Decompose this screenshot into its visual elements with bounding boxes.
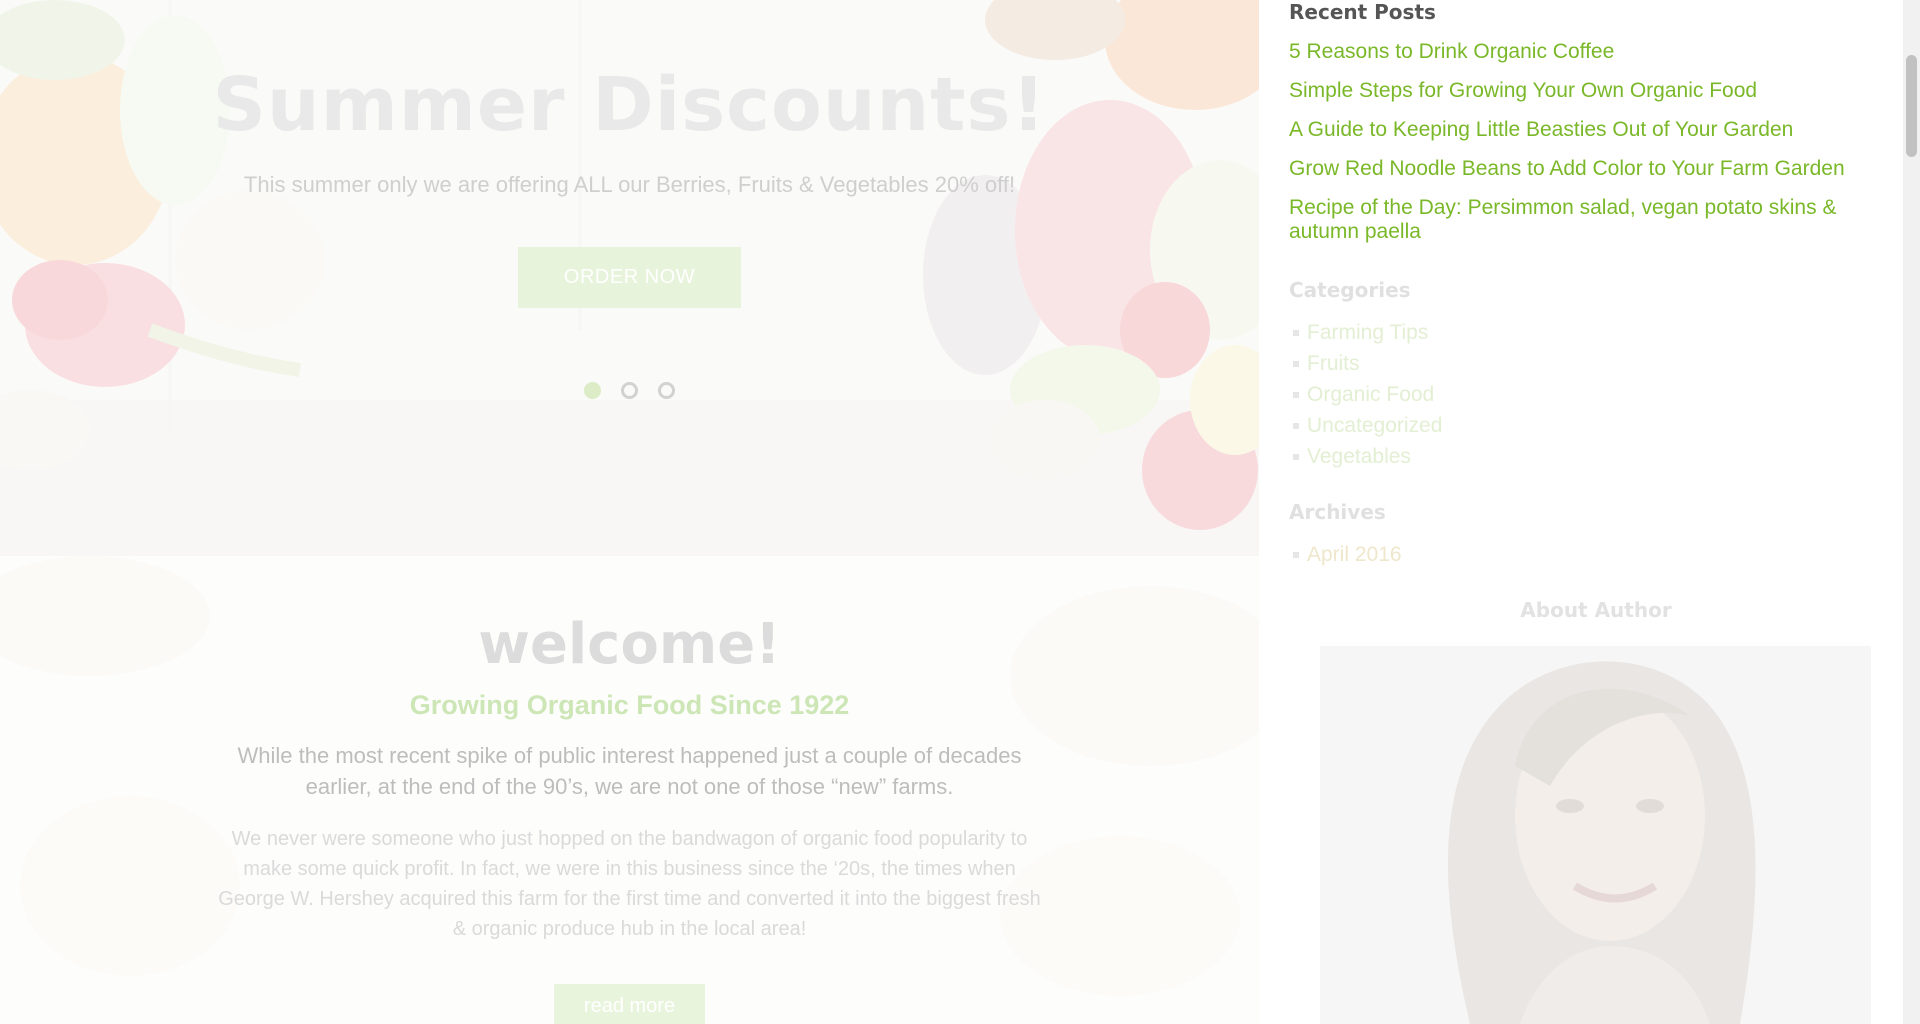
category-item: Vegetables	[1293, 441, 1442, 472]
category-item: Fruits	[1293, 348, 1442, 379]
author-portrait-image	[1320, 646, 1871, 1024]
archive-link[interactable]: April 2016	[1307, 539, 1402, 570]
bullet-icon	[1293, 551, 1299, 558]
author-photo	[1320, 646, 1871, 1024]
category-item: Farming Tips	[1293, 317, 1442, 348]
bullet-icon	[1293, 329, 1299, 336]
recent-posts-heading: Recent Posts	[1289, 0, 1436, 24]
slider-pagination	[584, 382, 675, 399]
bullet-icon	[1293, 422, 1299, 429]
read-more-button[interactable]: read more	[554, 984, 705, 1024]
category-link[interactable]: Farming Tips	[1307, 317, 1428, 348]
welcome-body-paragraph: We never were someone who just hopped on…	[218, 828, 1041, 940]
main-content: Summer Discounts! This summer only we ar…	[0, 0, 1259, 1024]
slider-dot-1[interactable]	[584, 382, 601, 399]
recent-post-link[interactable]: Simple Steps for Growing Your Own Organi…	[1289, 79, 1757, 102]
bullet-icon	[1293, 453, 1299, 460]
categories-list: Farming Tips Fruits Organic Food Uncateg…	[1293, 317, 1442, 472]
sidebar: Recent Posts 5 Reasons to Drink Organic …	[1259, 0, 1903, 1024]
bullet-icon	[1293, 360, 1299, 367]
category-link[interactable]: Fruits	[1307, 348, 1360, 379]
bullet-icon	[1293, 391, 1299, 398]
category-link[interactable]: Vegetables	[1307, 441, 1411, 472]
recent-post-item: Grow Red Noodle Beans to Add Color to Yo…	[1289, 157, 1889, 181]
scrollbar-thumb[interactable]	[1906, 55, 1917, 157]
hero-title: Summer Discounts!	[212, 62, 1047, 148]
welcome-subtitle: Growing Organic Food Since 1922	[409, 690, 850, 720]
slider-dot-2[interactable]	[621, 382, 638, 399]
about-author-heading: About Author	[1520, 598, 1672, 622]
recent-post-link[interactable]: Grow Red Noodle Beans to Add Color to Yo…	[1289, 157, 1845, 180]
recent-post-link[interactable]: Recipe of the Day: Persimmon salad, vega…	[1289, 196, 1836, 243]
vertical-scrollbar[interactable]	[1903, 0, 1920, 1024]
category-item: Uncategorized	[1293, 410, 1442, 441]
recent-post-item: 5 Reasons to Drink Organic Coffee	[1289, 40, 1889, 64]
archives-heading: Archives	[1289, 500, 1386, 524]
recent-post-item: Recipe of the Day: Persimmon salad, vega…	[1289, 196, 1889, 244]
archives-list: April 2016	[1293, 539, 1402, 570]
recent-post-item: A Guide to Keeping Little Beasties Out o…	[1289, 118, 1889, 142]
archive-item: April 2016	[1293, 539, 1402, 570]
category-item: Organic Food	[1293, 379, 1442, 410]
welcome-section: welcome! Growing Organic Food Since 1922…	[0, 556, 1259, 1024]
order-now-button[interactable]: ORDER NOW	[518, 247, 741, 308]
welcome-lead-paragraph: While the most recent spike of public in…	[237, 743, 1022, 799]
hero-subtitle: This summer only we are offering ALL our…	[243, 172, 1016, 197]
welcome-title: welcome!	[478, 612, 781, 677]
category-link[interactable]: Uncategorized	[1307, 410, 1442, 441]
slider-dot-3[interactable]	[658, 382, 675, 399]
category-link[interactable]: Organic Food	[1307, 379, 1434, 410]
recent-posts-list: 5 Reasons to Drink Organic Coffee Simple…	[1289, 40, 1889, 259]
recent-post-item: Simple Steps for Growing Your Own Organi…	[1289, 79, 1889, 103]
categories-heading: Categories	[1289, 278, 1411, 302]
recent-post-link[interactable]: A Guide to Keeping Little Beasties Out o…	[1289, 118, 1793, 141]
hero-slider: Summer Discounts! This summer only we ar…	[0, 0, 1259, 556]
recent-post-link[interactable]: 5 Reasons to Drink Organic Coffee	[1289, 40, 1614, 63]
